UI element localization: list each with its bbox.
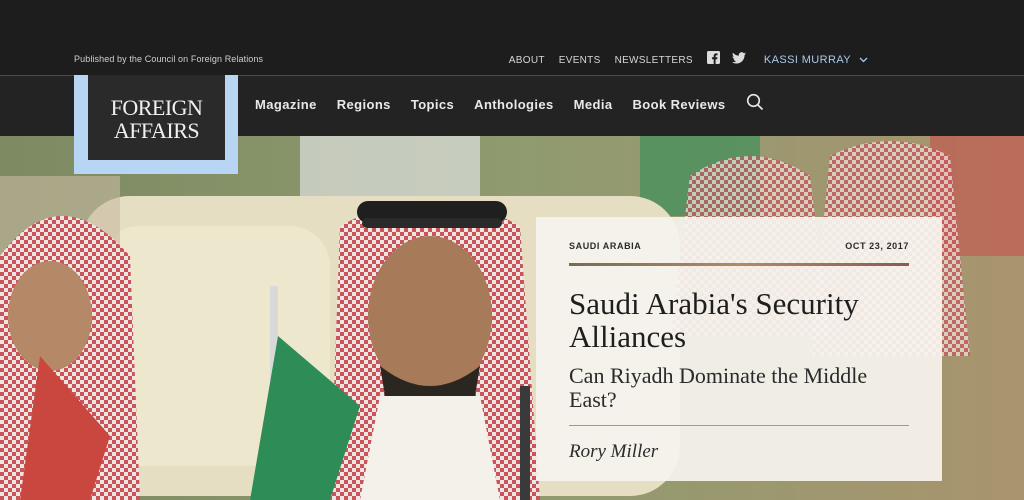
article-subtitle: Can Riyadh Dominate the Middle East? [569,363,868,412]
primary-nav: Magazine Regions Topics Anthologies Medi… [255,97,745,112]
featured-article-card[interactable]: SAUDI ARABIA OCT 23, 2017 Saudi Arabia's… [536,217,942,481]
nav-anthologies[interactable]: Anthologies [474,97,554,112]
article-title[interactable]: Saudi Arabia's Security Alliances [569,287,909,353]
publisher-note: Published by the Council on Foreign Rela… [74,54,264,64]
user-name: KASSI MURRAY [763,54,851,66]
card-accent-bar [569,263,909,266]
logo-word-foreign: FOREIGN [110,95,203,120]
logo-plate: FOREIGN AFFAIRS [88,75,225,160]
article-date: OCT 23, 2017 [845,241,909,251]
link-about[interactable]: ABOUT [509,55,545,66]
search-icon[interactable] [746,93,764,116]
link-events[interactable]: EVENTS [559,55,601,66]
article-author[interactable]: Rory Miller [569,441,658,463]
card-divider [569,425,909,426]
link-newsletters[interactable]: NEWSLETTERS [615,55,693,66]
nav-regions[interactable]: Regions [337,97,391,112]
nav-media[interactable]: Media [574,97,613,112]
article-region[interactable]: SAUDI ARABIA [569,241,641,251]
logo-word-affairs: AFFAIRS [113,118,200,143]
utility-links: ABOUT EVENTS NEWSLETTERS KASSI MURRAY [509,51,1024,69]
twitter-icon[interactable] [731,51,746,69]
user-menu[interactable]: KASSI MURRAY [764,54,1024,66]
nav-topics[interactable]: Topics [411,97,454,112]
nav-magazine[interactable]: Magazine [255,97,317,112]
chevron-down-icon [859,57,868,63]
facebook-icon[interactable] [706,51,720,69]
utility-bar: Published by the Council on Foreign Rela… [0,0,1024,75]
nav-book-reviews[interactable]: Book Reviews [633,97,726,112]
site-logo[interactable]: FOREIGN AFFAIRS [74,75,238,174]
